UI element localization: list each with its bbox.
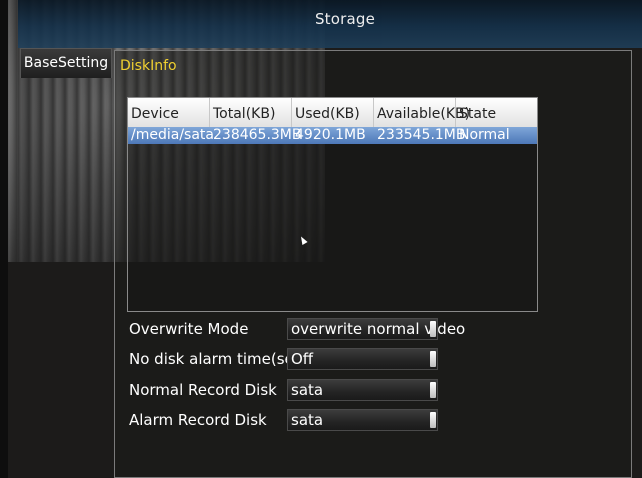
cell-device: /media/sata: [131, 127, 214, 143]
cell-available: 233545.1MB: [377, 127, 466, 143]
column-total[interactable]: Total(KB): [210, 98, 292, 127]
tab-base-setting-label: BaseSetting: [23, 55, 109, 71]
normal-record-disk-label: Normal Record Disk: [129, 381, 277, 399]
alarm-record-disk-select[interactable]: sata: [287, 409, 438, 431]
title-bar: Storage: [18, 0, 642, 48]
no-disk-alarm-select[interactable]: Off: [287, 348, 438, 370]
no-disk-alarm-value: Off: [291, 350, 314, 368]
overwrite-mode-label: Overwrite Mode: [129, 320, 249, 338]
table-row[interactable]: /media/sata 238465.3MB 4920.1MB 233545.1…: [128, 127, 537, 144]
column-state[interactable]: State: [456, 98, 539, 127]
tab-disk-info[interactable]: DiskInfo: [116, 55, 181, 77]
tab-base-setting[interactable]: BaseSetting: [20, 48, 112, 78]
disk-table: Device Total(KB) Used(KB) Available(KB) …: [127, 97, 538, 312]
screen-edge: [0, 0, 8, 478]
dropdown-arrow-icon: [430, 412, 436, 428]
normal-record-disk-value: sata: [291, 381, 324, 399]
dropdown-arrow-icon: [430, 351, 436, 367]
alarm-record-disk-value: sata: [291, 411, 324, 429]
cell-total: 238465.3MB: [213, 127, 302, 143]
cell-state: Normal: [459, 127, 510, 143]
dropdown-arrow-icon: [430, 382, 436, 398]
left-tab-panel: [18, 48, 112, 478]
alarm-record-disk-label: Alarm Record Disk: [129, 411, 267, 429]
dropdown-arrow-icon: [430, 321, 436, 337]
column-device[interactable]: Device: [128, 98, 210, 127]
column-used[interactable]: Used(KB): [292, 98, 374, 127]
table-header: Device Total(KB) Used(KB) Available(KB) …: [128, 98, 537, 127]
window-title: Storage: [314, 10, 376, 28]
overwrite-mode-value: overwrite normal video: [291, 320, 466, 338]
overwrite-mode-select[interactable]: overwrite normal video: [287, 318, 465, 340]
normal-record-disk-select[interactable]: sata: [287, 379, 438, 401]
column-available[interactable]: Available(KB): [374, 98, 470, 127]
cell-used: 4920.1MB: [295, 127, 366, 143]
